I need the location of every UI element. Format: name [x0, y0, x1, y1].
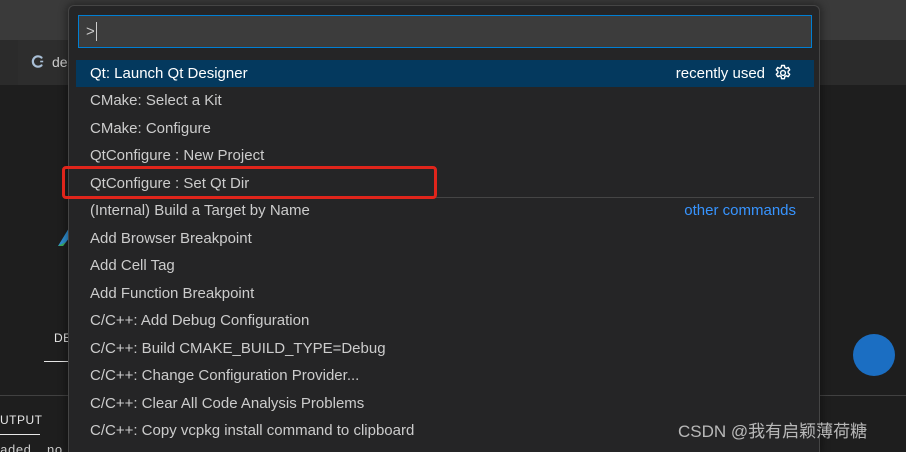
watermark: CSDN @我有启颖薄荷糖: [678, 422, 868, 441]
output-panel: aded no: [0, 443, 68, 452]
editor-tab-label: de: [52, 54, 68, 70]
command-label: C/C++: Build CMAKE_BUILD_TYPE=Debug: [90, 339, 386, 357]
command-label: CMake: Select a Kit: [90, 92, 222, 109]
panel-tab-debug-indicator: [44, 361, 68, 362]
command-item[interactable]: C/C++: Add Debug Configuration: [76, 307, 814, 335]
command-item[interactable]: Add Cell Tag: [76, 252, 814, 280]
command-label: C/C++: Copy vcpkg install command to cli…: [90, 422, 415, 439]
command-label: Add Cell Tag: [90, 257, 175, 274]
command-label: Qt: Launch Qt Designer: [90, 64, 248, 82]
command-item[interactable]: Add Browser Breakpoint: [76, 225, 814, 253]
other-commands-label: other commands: [684, 202, 796, 219]
command-palette-input-box[interactable]: [78, 15, 812, 48]
command-label: C/C++: Change Configuration Provider...: [90, 367, 360, 384]
command-palette-input[interactable]: [79, 16, 811, 47]
command-item[interactable]: Qt: Launch Qt Designer recently used: [76, 59, 814, 88]
c-file-icon: [30, 54, 45, 69]
recently-used-label: recently used: [675, 64, 765, 82]
command-label: C/C++: Clear All Code Analysis Problems: [90, 394, 365, 412]
output-text: aded no: [0, 443, 63, 452]
command-label: (Internal) Build a Target by Name: [90, 202, 310, 219]
command-item[interactable]: CMake: Select a Kit: [76, 87, 814, 115]
command-label: Add Browser Breakpoint: [90, 229, 252, 247]
command-item[interactable]: C/C++: Build CMAKE_BUILD_TYPE=Debug: [76, 335, 814, 363]
command-label: CMake: Configure: [90, 119, 211, 137]
panel-tab-output[interactable]: UTPUT: [0, 413, 43, 427]
gear-icon[interactable]: [774, 64, 792, 82]
command-label: C/C++: Add Debug Configuration: [90, 312, 310, 329]
command-item[interactable]: (Internal) Build a Target by Name other …: [76, 197, 814, 225]
text-cursor: [96, 22, 97, 41]
command-item[interactable]: C/C++: Change Configuration Provider...: [76, 362, 814, 390]
command-label: Add Function Breakpoint: [90, 284, 255, 302]
red-highlight-annotation: [62, 166, 437, 199]
command-palette: Qt: Launch Qt Designer recently used CMa…: [68, 5, 820, 452]
command-list: Qt: Launch Qt Designer recently used CMa…: [76, 59, 814, 445]
command-item[interactable]: C/C++: Clear All Code Analysis Problems: [76, 390, 814, 418]
floating-action-button[interactable]: [853, 334, 895, 376]
command-item[interactable]: Add Function Breakpoint: [76, 280, 814, 308]
command-meta: recently used: [676, 60, 792, 88]
panel-tab-output-indicator: [0, 434, 40, 435]
command-item[interactable]: CMake: Configure: [76, 115, 814, 143]
